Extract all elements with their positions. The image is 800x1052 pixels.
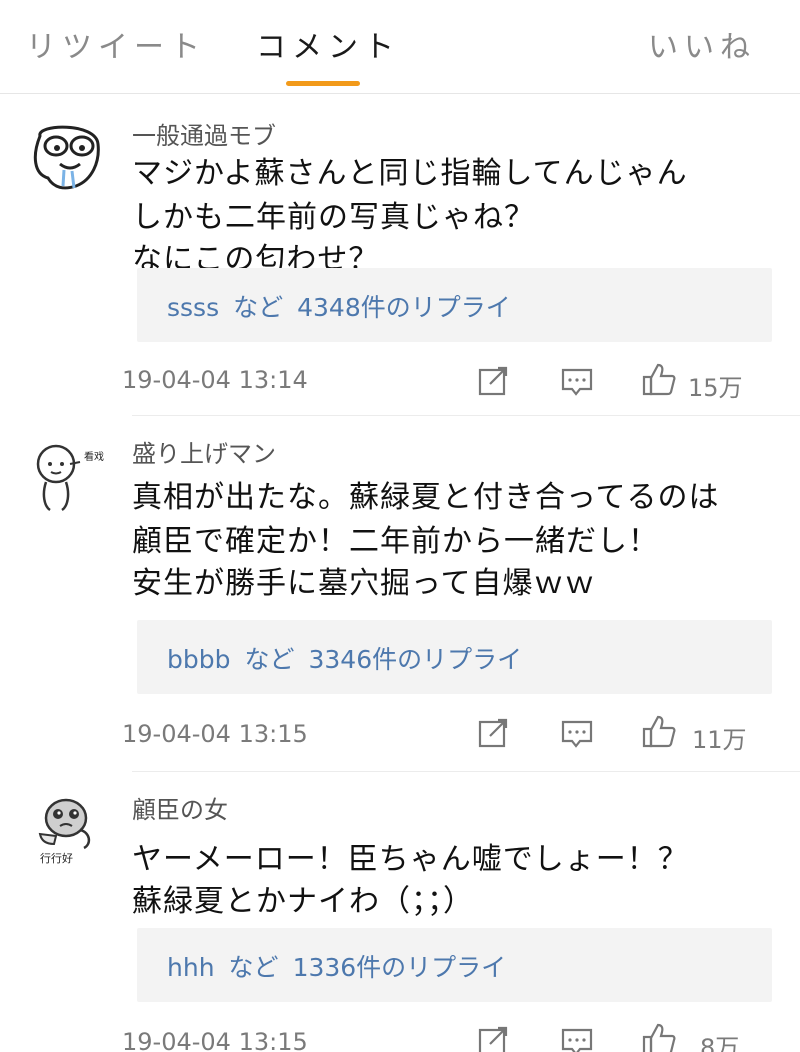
tab-comment[interactable]: コメント	[256, 22, 400, 66]
comment-text-line: 蘇緑夏とかナイわ（；；）	[132, 884, 474, 919]
comment-text-line: 顧臣で確定か！二年前から一緒だし！	[132, 524, 659, 559]
comment-button[interactable]	[558, 362, 596, 400]
tab-like[interactable]: いいね	[648, 22, 756, 66]
tab-bar: リツイート コメント いいね	[0, 0, 800, 94]
avatar[interactable]: 行行好	[26, 786, 106, 866]
reply-user[interactable]: bbbb	[167, 645, 230, 674]
comment-button[interactable]	[558, 714, 596, 752]
avatar[interactable]	[26, 116, 106, 196]
edit-icon	[478, 718, 508, 748]
reply-conj: など	[244, 645, 295, 674]
edit-button[interactable]	[474, 1022, 512, 1052]
avatar-caption: 看戏	[84, 450, 104, 463]
edit-icon	[478, 1026, 508, 1052]
comment-text-line: 真相が出たな。蘇緑夏と付き合ってるのは	[132, 480, 720, 515]
like-count: 15万	[688, 374, 743, 402]
comment-button[interactable]	[558, 1022, 596, 1052]
thumbs-up-icon	[642, 363, 676, 396]
username[interactable]: 一般通過モブ	[132, 116, 276, 151]
reply-user[interactable]: ssss	[167, 293, 219, 322]
reply-count[interactable]: 1336件のリプライ	[293, 953, 507, 982]
comment-icon	[561, 720, 593, 748]
reply-summary[interactable]: bbbb など 3346件のリプライ	[137, 620, 772, 694]
reply-count[interactable]: 3346件のリプライ	[309, 645, 523, 674]
tab-retweet[interactable]: リツイート	[26, 22, 206, 66]
thumbs-up-icon	[642, 1023, 676, 1052]
timestamp: 19-04-04 13:15	[122, 1028, 308, 1052]
username[interactable]: 盛り上げマン	[132, 434, 276, 469]
reply-conj: など	[233, 293, 284, 322]
begging-meme-avatar-icon: 行行好	[38, 798, 91, 865]
like-button[interactable]	[640, 1020, 678, 1052]
comment-item: 行行好 顧臣の女 ヤーメーロー！臣ちゃん嘘でしょー！？ 蘇緑夏とかナイわ（；；）…	[0, 772, 800, 1052]
active-tab-indicator	[286, 81, 360, 86]
timestamp: 19-04-04 13:14	[122, 366, 308, 394]
comment-icon	[561, 368, 593, 396]
comment-item: 一般通過モブ マジかよ蘇さんと同じ指輪してんじゃん しかも二年前の写真じゃね？ …	[0, 94, 800, 416]
comment-icon	[561, 1028, 593, 1052]
like-button[interactable]	[640, 360, 678, 398]
comment-item: 看戏 盛り上げマン 真相が出たな。蘇緑夏と付き合ってるのは 顧臣で確定か！二年前…	[0, 416, 800, 772]
reply-summary[interactable]: hhh など 1336件のリプライ	[137, 928, 772, 1002]
edit-icon	[478, 366, 508, 396]
edit-button[interactable]	[474, 714, 512, 752]
comment-text-line: 安生が勝手に墓穴掘って自爆ｗｗ	[132, 566, 596, 601]
like-button[interactable]	[640, 712, 678, 750]
comment-text-line: しかも二年前の写真じゃね？	[132, 200, 535, 235]
like-count: 8万	[700, 1034, 740, 1052]
reply-count[interactable]: 4348件のリプライ	[297, 293, 511, 322]
thumbs-up-icon	[642, 715, 676, 748]
reply-user[interactable]: hhh	[167, 953, 215, 982]
comment-text-line: マジかよ蘇さんと同じ指輪してんじゃん	[132, 156, 688, 191]
cartoon-avatar-icon: 看戏	[36, 444, 104, 512]
meme-face-avatar-icon	[33, 125, 100, 190]
timestamp: 19-04-04 13:15	[122, 720, 308, 748]
reply-summary[interactable]: ssss など 4348件のリプライ	[137, 268, 772, 342]
edit-button[interactable]	[474, 362, 512, 400]
username[interactable]: 顧臣の女	[132, 790, 228, 825]
like-count: 11万	[692, 726, 747, 754]
reply-conj: など	[228, 953, 279, 982]
comment-text-line: ヤーメーロー！臣ちゃん嘘でしょー！？	[132, 842, 689, 877]
avatar[interactable]: 看戏	[26, 434, 106, 514]
avatar-caption: 行行好	[40, 851, 73, 865]
